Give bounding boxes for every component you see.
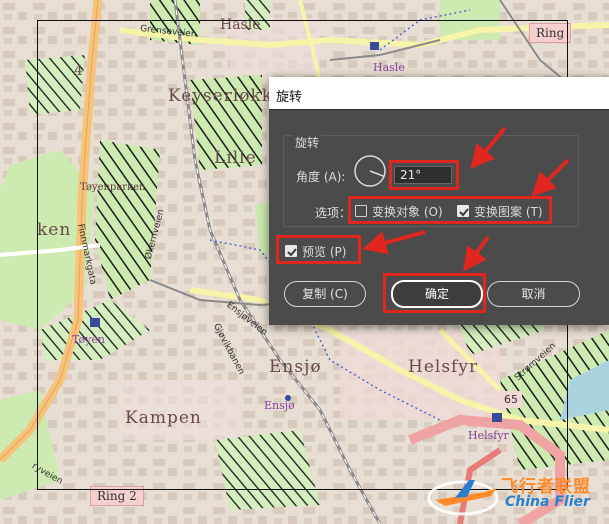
route-shield-65: 65 [500, 391, 522, 408]
annotation-box-ok [383, 273, 486, 313]
angle-label: 角度 (A): [296, 170, 346, 184]
map-label-helsfyr-station: Helsfyr [468, 429, 509, 442]
map-label-ensjo: Ensjø [269, 357, 322, 377]
copy-button[interactable]: 复制 (C) [284, 281, 366, 307]
rotate-group-label: 旋转 [293, 134, 322, 151]
annotation-box-angle [389, 160, 459, 190]
dialog-title: 旋转 [276, 90, 303, 105]
map-label-hasle: Hasle [220, 17, 261, 33]
map-label-toyenparken: Tøyenparken [80, 182, 146, 193]
dialog-title-bar[interactable]: 旋转 [269, 77, 609, 109]
map-label-keyserlokka: Keyserløkka [168, 86, 285, 106]
annotation-box-preview [276, 235, 361, 264]
map-label-toyen: Tøyen [72, 333, 105, 346]
watermark-en-text: China Flier [505, 494, 590, 510]
map-label-ensjo-station: Ensjø [264, 399, 295, 412]
map-label-hasle-station: Hasle [373, 61, 405, 74]
map-label-ken: ken [37, 220, 72, 240]
airplane-logo-icon [427, 480, 499, 516]
angle-dial-icon[interactable] [353, 154, 387, 188]
ring-road-badge-ring2: Ring 2 [90, 486, 144, 506]
ring-road-badge-top: Ring [529, 23, 572, 43]
cancel-button[interactable]: 取消 [487, 281, 580, 307]
map-label-helsfyr: Helsfyr [408, 357, 479, 377]
title-divider [269, 109, 609, 110]
map-label-kampen: Kampen [125, 408, 202, 428]
watermark-logo: 飞行者联盟 China Flier [425, 470, 605, 520]
annotation-box-options [348, 196, 552, 224]
map-label-number-4: 4 [74, 63, 83, 79]
options-label: 选项： [315, 206, 352, 220]
map-label-lille: Lille [214, 148, 257, 168]
